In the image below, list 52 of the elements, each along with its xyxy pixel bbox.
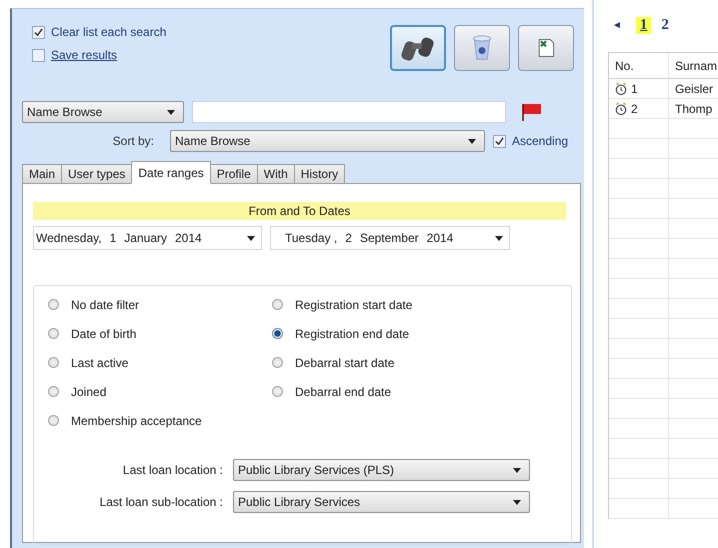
tab[interactable]: Main	[22, 164, 62, 184]
radio-option[interactable]: Registration end date	[272, 325, 496, 342]
binoculars-button[interactable]	[390, 25, 446, 71]
column-header: No.	[609, 53, 669, 78]
export-button[interactable]	[518, 25, 574, 71]
radio-option[interactable]: Last active	[48, 354, 272, 371]
caret-icon	[167, 110, 175, 114]
radio-option[interactable]: Membership acceptance	[48, 412, 272, 429]
table-cell: 1	[631, 82, 638, 96]
alarm-clock-icon	[615, 82, 627, 96]
table-cell-text: Geisler	[674, 80, 714, 98]
previous-page-button[interactable]: ◄	[612, 20, 630, 30]
check-icon	[34, 28, 43, 36]
radio-option[interactable]: No date filter	[48, 296, 272, 313]
page-link[interactable]: 2	[657, 16, 673, 34]
caret-icon	[247, 236, 255, 240]
tab[interactable]: History	[294, 164, 346, 184]
page-link[interactable]: 1	[636, 16, 652, 34]
search-field[interactable]	[192, 101, 506, 123]
caret-icon	[513, 468, 521, 472]
field-label: Last loan sub-location :	[98, 495, 224, 509]
field-label: Last loan location :	[122, 463, 224, 477]
tab[interactable]: With	[256, 164, 295, 184]
tab[interactable]: User types	[61, 164, 132, 184]
table-cell-text: Thomp	[674, 100, 714, 118]
recycle-bin-button[interactable]	[454, 25, 510, 71]
radio-option[interactable]: Debarral start date	[272, 354, 496, 371]
section-header: From and To Dates	[33, 202, 566, 220]
alarm-clock-icon	[615, 102, 627, 116]
table-cell: 2	[631, 102, 638, 116]
check-icon	[495, 136, 504, 146]
radio-option[interactable]: Joined	[48, 383, 272, 400]
column-header: Surnam	[674, 58, 718, 74]
search-type-dropdown[interactable]: Name Browse	[22, 101, 184, 123]
flag-icon	[520, 102, 544, 122]
radio-option[interactable]: Debarral end date	[272, 383, 496, 400]
checkbox[interactable]: Clear list each search	[32, 25, 166, 39]
date-picker[interactable]: Wednesday, 1 January 2014	[33, 226, 262, 250]
tab[interactable]: Date ranges	[131, 161, 211, 184]
ascending-checkbox[interactable]: Ascending	[493, 134, 568, 148]
caret-icon	[468, 138, 476, 144]
sort-label: Sort by:	[112, 134, 155, 148]
location-dropdown[interactable]: Public Library Services	[233, 491, 530, 513]
tab[interactable]: Profile	[210, 164, 258, 184]
radio-option[interactable]: Registration start date	[272, 296, 496, 313]
caret-icon	[495, 236, 503, 240]
location-dropdown[interactable]: Public Library Services (PLS)	[233, 459, 530, 481]
sort-dropdown[interactable]: Name Browse	[170, 130, 485, 152]
caret-icon	[513, 500, 521, 504]
radio-option[interactable]: Date of birth	[48, 325, 272, 342]
date-picker[interactable]: Tuesday , 2 September 2014	[270, 226, 510, 250]
checkbox[interactable]: Save results	[32, 48, 166, 62]
